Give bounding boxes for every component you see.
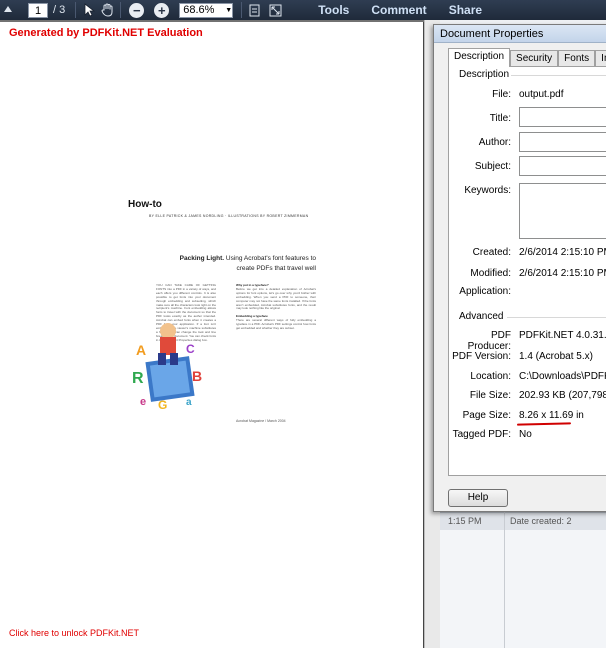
zoom-level-value: 68.6%: [183, 3, 215, 16]
prev-page-icon[interactable]: [2, 1, 14, 19]
select-cursor-icon[interactable]: [80, 1, 98, 19]
article-title: How-to: [128, 199, 162, 210]
dialog-tabs: Description Security Fonts Initial View: [448, 48, 606, 67]
section-divider: [507, 317, 606, 318]
zoom-in-icon[interactable]: +: [154, 2, 170, 18]
chevron-down-icon: ▼: [225, 6, 233, 14]
background-details-strip: 1:15 PM Date created: 2: [440, 512, 606, 530]
tab-fonts[interactable]: Fonts: [558, 50, 596, 67]
article-headline: Packing Light. Using Acrobat's font feat…: [160, 254, 316, 274]
paragraph-why: Before we get into a detailed explanatio…: [236, 286, 316, 311]
modified-value: 2/6/2014 2:15:10 PM: [519, 268, 606, 279]
unlock-link[interactable]: Click here to unlock PDFKit.NET: [9, 628, 139, 638]
author-field[interactable]: [519, 132, 606, 152]
application-label: Application:: [459, 286, 511, 297]
page-size-label: Page Size:: [462, 410, 511, 421]
tagged-pdf-value: No: [519, 429, 532, 440]
hand-tool-icon[interactable]: [98, 1, 116, 19]
file-label: File:: [492, 89, 511, 100]
tab-security[interactable]: Security: [510, 50, 559, 67]
modified-label: Modified:: [470, 268, 511, 279]
toolbar-divider: [120, 2, 122, 18]
document-viewport[interactable]: Generated by PDFKit.NET Evaluation How-t…: [0, 20, 440, 648]
article-byline: BY ELLE PATRICK & JAMES NORDLING · ILLUS…: [149, 214, 309, 218]
svg-text:R: R: [132, 370, 144, 387]
dialog-title[interactable]: Document Properties: [434, 25, 606, 43]
pdf-version-label: PDF Version:: [452, 351, 511, 362]
location-label: Location:: [470, 371, 511, 382]
background-time-text: 1:15 PM: [448, 516, 482, 526]
author-label: Author:: [478, 137, 511, 148]
full-screen-icon[interactable]: [266, 1, 284, 19]
description-section-label: Description: [459, 69, 510, 80]
section-divider: [511, 75, 606, 76]
screen: 1 / 3 − + 68.6% ▼ Tools Comment Share Ge…: [0, 0, 606, 648]
page-size-annotation-underline: [516, 422, 572, 426]
location-value: C:\Downloads\PDFKit: [519, 371, 606, 382]
tab-initial-view[interactable]: Initial View: [595, 50, 606, 67]
file-size-label: File Size:: [469, 390, 511, 401]
svg-text:B: B: [192, 368, 202, 384]
tab-description[interactable]: Description: [448, 48, 511, 67]
title-field[interactable]: [519, 107, 606, 127]
page-number-input[interactable]: 1: [28, 2, 48, 18]
comment-pane-link[interactable]: Comment: [371, 3, 426, 17]
pdf-page: Generated by PDFKit.NET Evaluation How-t…: [0, 22, 424, 648]
svg-text:A: A: [136, 342, 146, 358]
title-label: Title:: [489, 113, 511, 124]
background-date-created-text: Date created: 2: [510, 516, 572, 526]
pdf-producer-label: PDF Producer:: [467, 330, 511, 352]
keywords-label: Keywords:: [464, 185, 511, 196]
headline-rest: Using Acrobat's font features to create …: [224, 255, 316, 272]
background-window-body: [440, 530, 606, 648]
svg-text:e: e: [140, 396, 146, 408]
tools-pane-link[interactable]: Tools: [318, 3, 349, 17]
subject-label: Subject:: [474, 161, 511, 172]
created-label: Created:: [472, 247, 511, 258]
background-column-divider: [504, 512, 505, 648]
page-total-label: / 3: [53, 4, 66, 16]
pdf-version-value: 1.4 (Acrobat 5.x): [519, 351, 593, 362]
evaluation-watermark: Generated by PDFKit.NET Evaluation: [9, 27, 203, 39]
svg-text:G: G: [158, 398, 167, 411]
help-button[interactable]: Help: [448, 489, 508, 507]
paragraph-embedding: There are several different ways of full…: [236, 318, 316, 331]
document-properties-dialog: Document Properties Description Security…: [433, 24, 606, 512]
share-pane-link[interactable]: Share: [449, 3, 482, 17]
toolbar-divider: [75, 2, 77, 18]
description-panel: Description File: output.pdf Title: Auth…: [448, 66, 606, 476]
page-size-value: 8.26 x 11.69 in: [519, 410, 584, 421]
fit-page-icon[interactable]: [246, 1, 262, 19]
file-value: output.pdf: [519, 89, 564, 100]
article-footer: Acrobat Magazine / March 2004: [236, 419, 286, 423]
keywords-field[interactable]: [519, 183, 606, 239]
file-size-value: 202.93 KB (207,798 Bytes): [519, 390, 606, 401]
svg-text:C: C: [186, 342, 195, 356]
tagged-pdf-label: Tagged PDF:: [452, 429, 511, 440]
svg-text:a: a: [186, 397, 192, 408]
article-column-right: Why put in a typeface? Before we get int…: [236, 284, 316, 414]
subject-field[interactable]: [519, 156, 606, 176]
reader-toolbar: 1 / 3 − + 68.6% ▼ Tools Comment Share: [0, 0, 606, 20]
zoom-level-select[interactable]: 68.6% ▼: [179, 2, 234, 18]
headline-bold: Packing Light.: [179, 255, 225, 262]
advanced-section-label: Advanced: [459, 311, 504, 322]
toolbar-divider: [241, 2, 243, 18]
article-illustration: A C R B G a e: [132, 323, 202, 411]
pdf-producer-value: PDFKit.NET 4.0.31.0: [519, 330, 606, 341]
zoom-out-icon[interactable]: −: [129, 2, 145, 18]
created-value: 2/6/2014 2:15:10 PM: [519, 247, 606, 258]
